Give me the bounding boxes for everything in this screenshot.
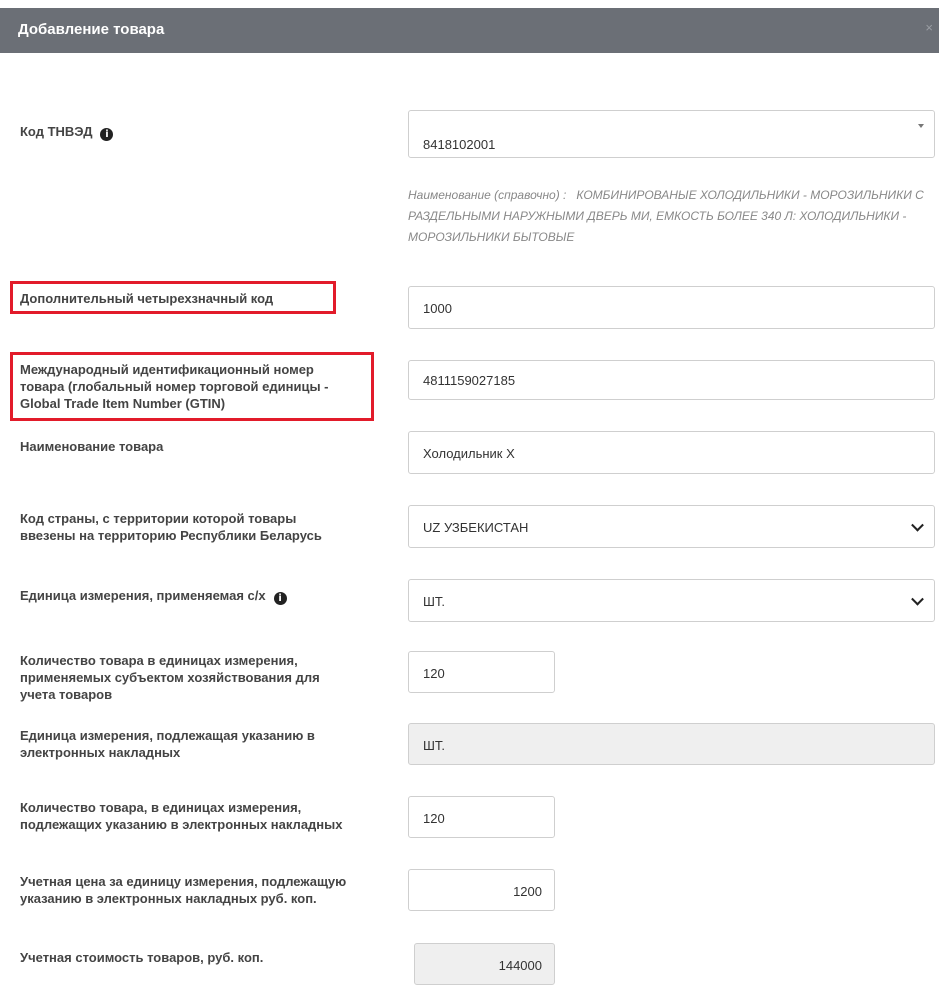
- tnved-hint-prefix: Наименование (справочно) :: [408, 188, 567, 202]
- country-value: UZ УЗБЕКИСТАН: [423, 520, 529, 535]
- dialog-title: Добавление товара: [18, 21, 165, 38]
- info-icon[interactable]: i: [273, 592, 287, 605]
- gtin-label-line: Международный идентификационный номер: [20, 362, 314, 377]
- tnved-select[interactable]: 8418102001: [408, 110, 935, 158]
- caret-down-icon: [918, 124, 924, 128]
- unit-invoice-label-line: Единица измерения, подлежащая указанию в: [20, 728, 315, 743]
- total-cost-value: 144000: [498, 958, 542, 973]
- total-cost-label: Учетная стоимость товаров, руб. коп.: [20, 950, 264, 965]
- qty-invoice-label-line: Количество товара, в единицах измерения,: [20, 800, 302, 815]
- info-icon[interactable]: i: [100, 128, 114, 141]
- gtin-label-line: Global Trade Item Number (GTIN): [20, 396, 226, 411]
- qty-subject-input[interactable]: 120: [408, 651, 555, 693]
- unit-price-label: Учетная цена за единицу измерения, подле…: [20, 873, 346, 907]
- qty-invoice-label-line: подлежащих указанию в электронных наклад…: [20, 817, 343, 832]
- gtin-label-line: товара (глобальный номер торговой единиц…: [20, 379, 329, 394]
- qty-subject-label-line: применяемых субъектом хозяйствования для: [20, 670, 320, 685]
- extra-code-input[interactable]: 1000: [408, 286, 935, 329]
- qty-subject-value: 120: [423, 666, 445, 681]
- qty-invoice-value: 120: [423, 811, 445, 826]
- unit-price-label-line: Учетная цена за единицу измерения, подле…: [20, 874, 347, 889]
- country-label: Код страны, с территории которой товары …: [20, 510, 322, 544]
- unit-invoice-value: ШТ.: [423, 738, 446, 753]
- qty-invoice-input[interactable]: 120: [408, 796, 555, 838]
- total-cost-readonly: 144000: [414, 943, 555, 985]
- gtin-value: 4811159027185: [423, 373, 516, 388]
- product-name-input[interactable]: Холодильник X: [408, 431, 935, 474]
- unit-invoice-readonly: ШТ.: [408, 723, 935, 765]
- unit-invoice-label-line: электронных накладных: [20, 745, 181, 760]
- qty-subject-label: Количество товара в единицах измерения, …: [20, 652, 320, 703]
- unit-price-input[interactable]: 1200: [408, 869, 555, 911]
- tnved-value: 8418102001: [423, 137, 496, 152]
- qty-subject-label-line: Количество товара в единицах измерения,: [20, 653, 298, 668]
- tnved-label-text: Код ТНВЭД: [20, 124, 93, 139]
- qty-subject-label-line: учета товаров: [20, 687, 113, 702]
- unit-price-value: 1200: [513, 884, 542, 899]
- country-label-line: ввезены на территорию Республики Беларус…: [20, 528, 322, 543]
- dialog-titlebar: Добавление товара ×: [0, 8, 939, 53]
- product-name-label: Наименование товара: [20, 439, 164, 454]
- qty-invoice-label: Количество товара, в единицах измерения,…: [20, 799, 342, 833]
- product-name-value: Холодильник X: [423, 446, 515, 461]
- country-label-line: Код страны, с территории которой товары: [20, 511, 297, 526]
- unit-value: ШТ.: [423, 594, 446, 609]
- extra-code-label: Дополнительный четырехзначный код: [20, 291, 274, 306]
- gtin-input[interactable]: 4811159027185: [408, 360, 935, 400]
- unit-invoice-label: Единица измерения, подлежащая указанию в…: [20, 727, 315, 761]
- chevron-down-icon: [911, 592, 924, 606]
- unit-select[interactable]: ШТ.: [408, 579, 935, 622]
- chevron-down-icon: [911, 518, 924, 532]
- country-select[interactable]: UZ УЗБЕКИСТАН: [408, 505, 935, 548]
- unit-price-label-line: указанию в электронных накладных руб. ко…: [20, 891, 317, 906]
- tnved-label: Код ТНВЭД i: [20, 123, 114, 141]
- unit-label: Единица измерения, применяемая с/х i: [20, 587, 287, 605]
- close-icon[interactable]: ×: [925, 20, 933, 35]
- gtin-label: Международный идентификационный номер то…: [20, 361, 328, 412]
- tnved-hint: Наименование (справочно) : КОМБИНИРОВАНЫ…: [408, 185, 928, 248]
- extra-code-value: 1000: [423, 301, 452, 316]
- unit-label-text: Единица измерения, применяемая с/х: [20, 588, 266, 603]
